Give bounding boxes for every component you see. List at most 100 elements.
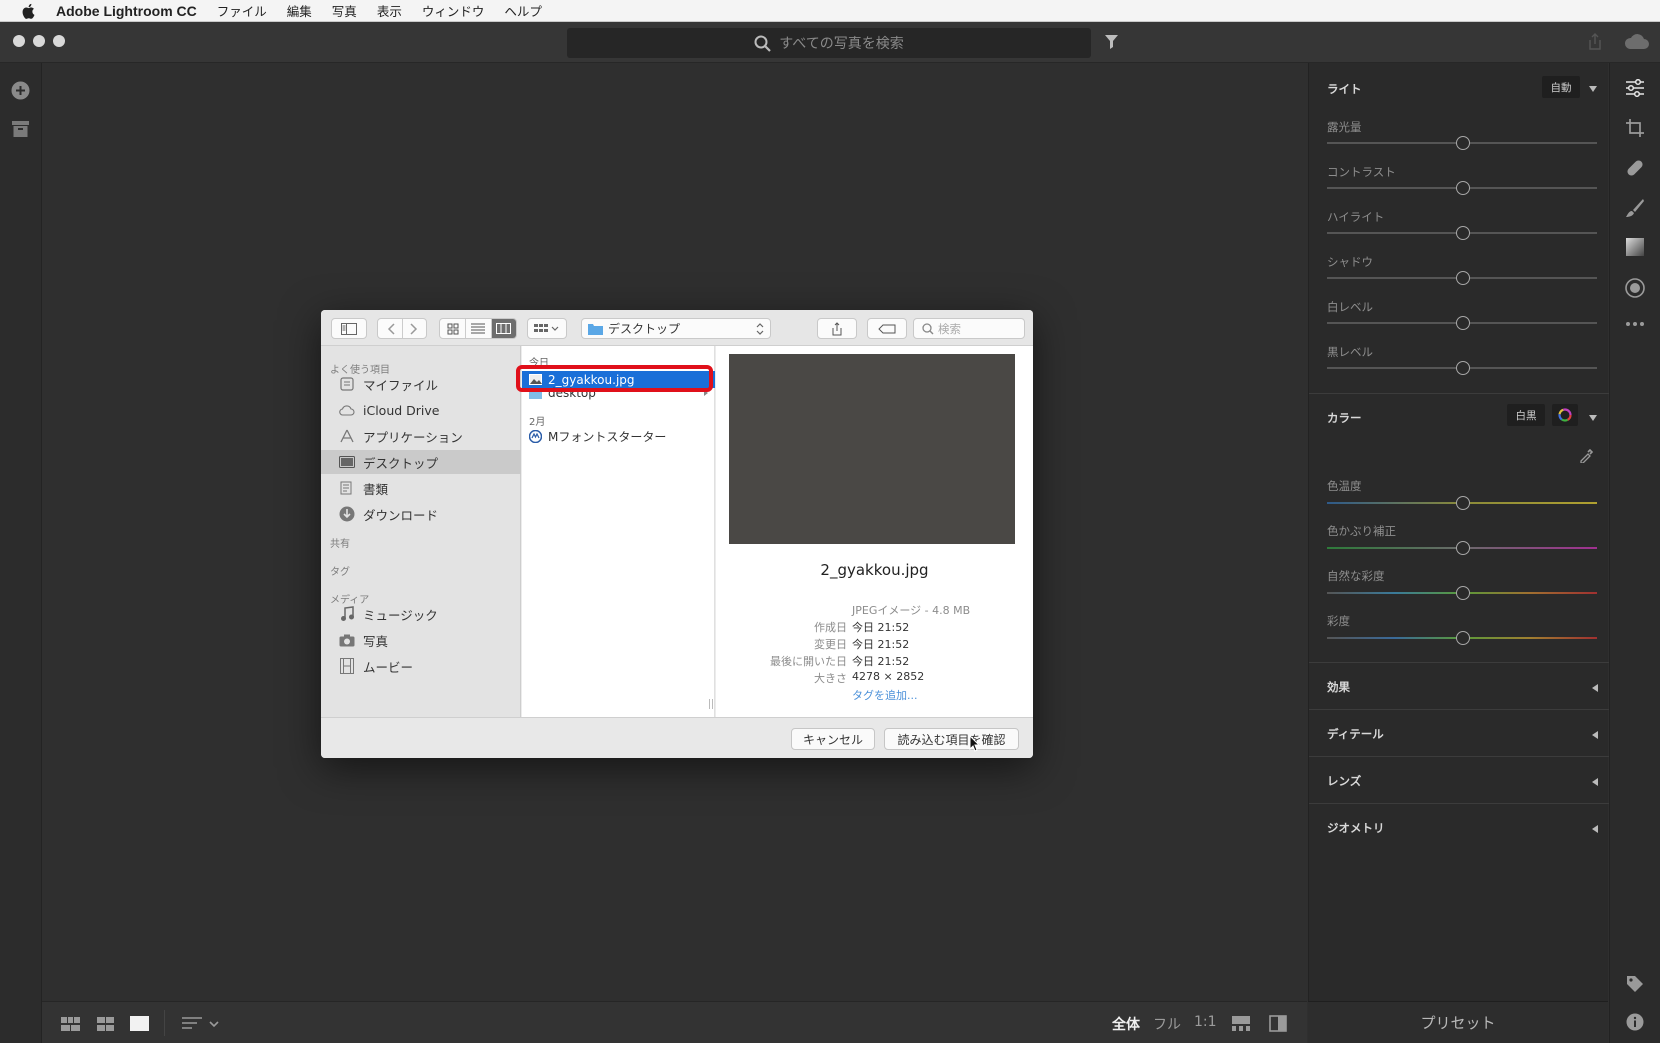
light-collapse-chevron-icon[interactable]: [1589, 86, 1597, 92]
sidebar-item-movies[interactable]: ムービー: [321, 654, 521, 678]
sidebar-item-applications[interactable]: アプリケーション: [321, 424, 521, 448]
share-icon[interactable]: [1587, 33, 1603, 51]
detail-view-icon[interactable]: [130, 1016, 149, 1031]
filmstrip-icon[interactable]: [1232, 1016, 1250, 1031]
expand-chevron-icon[interactable]: [1592, 731, 1598, 739]
saturation-slider-knob[interactable]: [1456, 631, 1470, 645]
photo-search-input[interactable]: すべての写真を検索: [567, 28, 1091, 58]
color-mixer-button[interactable]: [1552, 404, 1578, 426]
zoom-fit-button[interactable]: 全体: [1112, 1014, 1140, 1034]
expand-chevron-icon[interactable]: [1592, 684, 1598, 692]
review-import-button[interactable]: 読み込む項目を確認: [884, 728, 1019, 750]
location-popup[interactable]: デスクトップ: [581, 318, 771, 339]
more-icon[interactable]: [1625, 321, 1645, 327]
grid-view-icon[interactable]: [97, 1017, 114, 1031]
info-icon[interactable]: [1626, 1013, 1644, 1031]
forward-chevron-icon[interactable]: [403, 322, 425, 336]
blacks-slider-knob[interactable]: [1456, 361, 1470, 375]
created-label: 作成日: [814, 621, 847, 634]
column-view-button[interactable]: [490, 319, 516, 338]
add-photos-icon[interactable]: [11, 81, 30, 100]
contrast-slider-knob[interactable]: [1456, 181, 1470, 195]
color-wheel-icon: [1558, 408, 1572, 422]
edit-tags-button[interactable]: [867, 318, 907, 339]
sidebar-item-documents[interactable]: 書類: [321, 476, 521, 500]
sidebar-item-music[interactable]: ミュージック: [321, 602, 521, 626]
cancel-button[interactable]: キャンセル: [791, 728, 875, 750]
color-section-title[interactable]: カラー: [1327, 410, 1362, 426]
optics-section-title[interactable]: レンズ: [1327, 773, 1361, 789]
tag-icon[interactable]: [1626, 975, 1644, 993]
effects-section-title[interactable]: 効果: [1327, 679, 1350, 695]
column-resize-handle[interactable]: [709, 699, 713, 709]
geometry-section-title[interactable]: ジオメトリ: [1327, 820, 1385, 836]
shadows-slider-knob[interactable]: [1456, 271, 1470, 285]
radial-gradient-icon[interactable]: [1625, 278, 1645, 298]
edit-sliders-icon[interactable]: [1625, 79, 1645, 97]
sidebar-item-label: 写真: [363, 633, 389, 649]
sidebar-item-downloads[interactable]: ダウンロード: [321, 502, 521, 526]
apple-menu-icon[interactable]: [20, 3, 38, 19]
brush-icon[interactable]: [1625, 198, 1645, 218]
sort-icon[interactable]: [182, 1017, 222, 1031]
healing-brush-icon[interactable]: [1625, 158, 1645, 178]
square-grid-view-icon[interactable]: [61, 1017, 80, 1031]
sidebar-item-desktop[interactable]: デスクトップ: [321, 450, 521, 474]
minimize-window-button[interactable]: [33, 35, 45, 47]
linear-gradient-icon[interactable]: [1626, 238, 1644, 256]
menu-view[interactable]: 表示: [377, 1, 402, 20]
expand-chevron-icon[interactable]: [1592, 778, 1598, 786]
menu-window[interactable]: ウィンドウ: [422, 1, 485, 20]
color-collapse-chevron-icon[interactable]: [1589, 415, 1597, 421]
toolbar-divider: [164, 1010, 165, 1036]
icon-view-button[interactable]: [440, 319, 465, 338]
sidebar-icon: [341, 322, 357, 335]
light-section-title[interactable]: ライト: [1327, 81, 1362, 97]
menu-file[interactable]: ファイル: [217, 1, 267, 20]
library-icon[interactable]: [12, 121, 29, 137]
presets-button[interactable]: プリセット: [1308, 1001, 1608, 1043]
close-window-button[interactable]: [13, 35, 25, 47]
share-button[interactable]: [817, 318, 857, 339]
group-by-button[interactable]: [527, 318, 567, 339]
sidebar-item-photos[interactable]: 写真: [321, 628, 521, 652]
desktop-icon: [339, 455, 355, 468]
crop-icon[interactable]: [1625, 118, 1645, 138]
detail-section-title[interactable]: ディテール: [1327, 726, 1384, 742]
menu-help[interactable]: ヘルプ: [504, 1, 542, 20]
menu-bar: Adobe Lightroom CC ファイル 編集 写真 表示 ウィンドウ ヘ…: [0, 0, 1660, 22]
sidebar-item-all-files[interactable]: マイファイル: [321, 372, 521, 396]
tint-slider-knob[interactable]: [1456, 541, 1470, 555]
downloads-icon: [339, 506, 355, 522]
menu-photo[interactable]: 写真: [332, 1, 357, 20]
back-chevron-icon[interactable]: [380, 322, 402, 336]
exposure-slider-knob[interactable]: [1456, 136, 1470, 150]
black-and-white-button[interactable]: 白黒: [1507, 404, 1545, 426]
vibrance-slider-knob[interactable]: [1456, 586, 1470, 600]
cloud-sync-icon[interactable]: [1624, 34, 1650, 50]
whites-slider-knob[interactable]: [1456, 316, 1470, 330]
sidebar-item-label: アプリケーション: [363, 429, 463, 445]
contrast-label: コントラスト: [1327, 165, 1396, 179]
zoom-1to1-button[interactable]: 1:1: [1194, 1014, 1217, 1030]
app-menu[interactable]: Adobe Lightroom CC: [56, 3, 197, 19]
sidebar-item-icloud-drive[interactable]: iCloud Drive: [321, 398, 521, 422]
left-rail: [0, 63, 42, 1043]
add-tags-link[interactable]: タグを追加...: [852, 687, 918, 703]
menu-edit[interactable]: 編集: [287, 1, 312, 20]
toggle-sidebar-button[interactable]: [331, 318, 367, 339]
compare-view-icon[interactable]: [1269, 1015, 1287, 1032]
eyedropper-icon[interactable]: [1579, 447, 1595, 463]
file-column: 今日 2_gyakkou.jpg desktop 2月 Mフォントスターター: [516, 346, 715, 717]
expand-chevron-icon[interactable]: [1592, 825, 1598, 833]
zoom-fill-button[interactable]: フル: [1153, 1014, 1181, 1034]
temperature-slider-knob[interactable]: [1456, 496, 1470, 510]
file-item-m-font-starter[interactable]: Mフォントスターター: [522, 428, 715, 445]
list-view-button[interactable]: [465, 319, 490, 338]
file-kind: JPEGイメージ - 4.8 MB: [852, 604, 971, 617]
filter-icon[interactable]: [1104, 34, 1119, 50]
zoom-window-button[interactable]: [53, 35, 65, 47]
auto-button[interactable]: 自動: [1542, 76, 1580, 98]
finder-search-field[interactable]: 検索: [913, 318, 1025, 339]
highlights-slider-knob[interactable]: [1456, 226, 1470, 240]
